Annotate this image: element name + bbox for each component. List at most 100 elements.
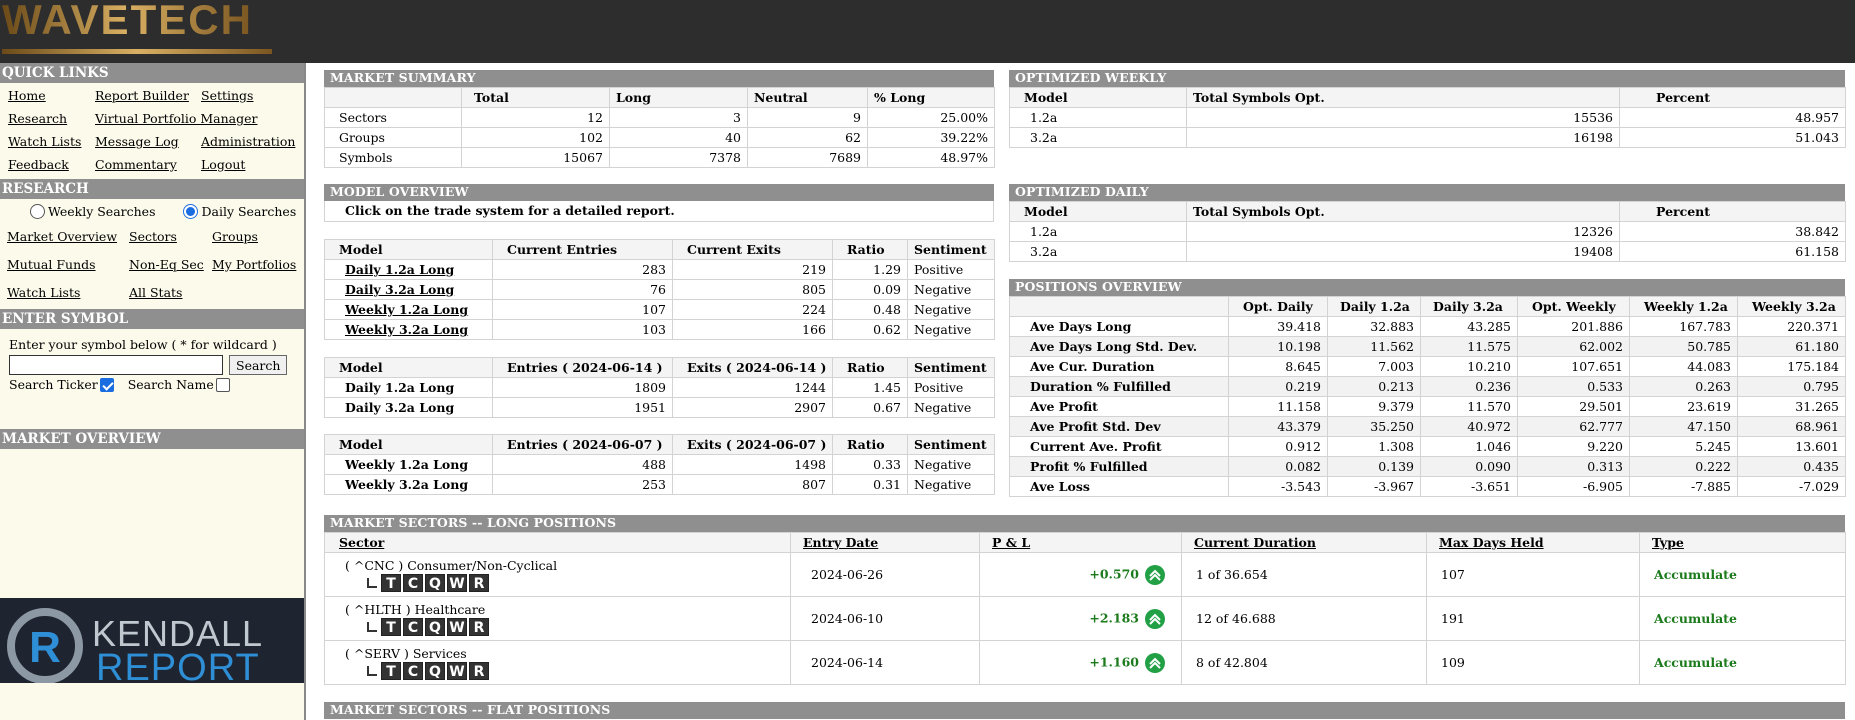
enter-symbol-form: Enter your symbol below ( * for wildcard… <box>0 329 304 398</box>
table-row: 3.2a 16198 51.043 <box>1009 127 1846 148</box>
search-ticker-option[interactable]: Search Ticker <box>9 377 114 392</box>
c-button[interactable]: C <box>403 661 423 680</box>
left-sidebar: QUICK LINKS Home Report Builder Settings… <box>0 63 306 720</box>
sector-name[interactable]: ( ^CNC ) Consumer/Non-Cyclical <box>345 558 784 574</box>
search-button[interactable]: Search <box>229 355 288 375</box>
sort-current-duration[interactable]: Current Duration <box>1194 535 1316 550</box>
link-research[interactable]: Research <box>8 109 95 129</box>
optimized-weekly-panel: OPTIMIZED WEEKLY Model Total Symbols Opt… <box>1009 70 1846 148</box>
model-link-daily-1-2a[interactable]: Daily 1.2a Long <box>345 262 454 277</box>
link-all-stats[interactable]: All Stats <box>129 283 212 303</box>
cell: 7689 <box>747 147 868 168</box>
cell: 175.184 <box>1737 356 1846 377</box>
sort-max-days-held[interactable]: Max Days Held <box>1439 535 1544 550</box>
link-settings[interactable]: Settings <box>201 86 301 106</box>
sectors-flat-heading: MARKET SECTORS -- FLAT POSITIONS <box>324 702 1845 719</box>
cell: 23.619 <box>1629 396 1738 417</box>
link-my-portfolios[interactable]: My Portfolios <box>212 255 302 275</box>
q-button[interactable]: Q <box>425 661 445 680</box>
col-header: Weekly 3.2a <box>1737 296 1846 317</box>
cell: 1.45 <box>832 377 908 398</box>
weekly-searches-radio[interactable]: Weekly Searches <box>30 204 155 219</box>
table-row: ( ^SERV ) Services TCQWR 2024-06-14 +1.1… <box>324 640 1846 685</box>
sort-sector[interactable]: Sector <box>339 535 384 550</box>
sector-name[interactable]: ( ^HLTH ) Healthcare <box>345 602 784 618</box>
link-administration[interactable]: Administration <box>201 132 301 152</box>
link-watch-lists[interactable]: Watch Lists <box>8 132 95 152</box>
model-link-weekly-3-2a[interactable]: Weekly 3.2a Long <box>345 322 468 337</box>
t-button[interactable]: T <box>381 617 401 636</box>
cell: 10.198 <box>1228 336 1328 357</box>
link-groups[interactable]: Groups <box>212 227 302 247</box>
cell: 68.961 <box>1737 416 1846 437</box>
col-header: Model <box>324 239 493 260</box>
radio-circle-selected[interactable] <box>183 204 199 219</box>
cell: 0.62 <box>832 319 908 340</box>
cell: 219 <box>672 259 833 280</box>
link-logout[interactable]: Logout <box>201 155 301 175</box>
cell: 0.533 <box>1517 376 1630 397</box>
link-market-overview[interactable]: Market Overview <box>7 227 129 247</box>
search-ticker-checkbox[interactable] <box>99 377 114 392</box>
entry-date: 2024-06-10 <box>790 596 980 641</box>
link-research-watch-lists[interactable]: Watch Lists <box>7 283 129 303</box>
link-message-log[interactable]: Message Log <box>95 132 201 152</box>
kendall-report-logo[interactable]: R KENDALL REPORT <box>0 598 304 683</box>
q-button[interactable]: Q <box>425 617 445 636</box>
col-header: Total Symbols Opt. <box>1186 201 1620 222</box>
sort-pl[interactable]: P & L <box>992 535 1030 550</box>
c-button[interactable]: C <box>403 617 423 636</box>
r-button[interactable]: R <box>469 573 489 592</box>
sort-type[interactable]: Type <box>1652 535 1684 550</box>
t-button[interactable]: T <box>381 661 401 680</box>
search-name-checkbox[interactable] <box>215 377 230 392</box>
model-link-weekly-1-2a[interactable]: Weekly 1.2a Long <box>345 302 468 317</box>
w-button[interactable]: W <box>447 617 467 636</box>
weekly-entries-table: Model Entries ( 2024-06-07 ) Exits ( 202… <box>324 434 995 495</box>
link-commentary[interactable]: Commentary <box>95 155 201 175</box>
cell: 8.645 <box>1228 356 1328 377</box>
link-virtual-portfolio-manager[interactable]: Virtual Portfolio Manager <box>95 109 301 129</box>
cell: 1.29 <box>832 259 908 280</box>
radio-circle[interactable] <box>30 204 45 219</box>
link-mutual-funds[interactable]: Mutual Funds <box>7 255 129 275</box>
symbol-input[interactable] <box>9 355 223 375</box>
col-header: Exits ( 2024-06-14 ) <box>672 357 833 378</box>
cell: 11.562 <box>1327 336 1421 357</box>
table-row: Ave Profit 11.158 9.379 11.570 29.501 23.619 3… <box>1009 396 1846 417</box>
t-button[interactable]: T <box>381 573 401 592</box>
link-report-builder[interactable]: Report Builder <box>95 86 201 106</box>
col-header: Model <box>324 357 493 378</box>
model-link-daily-3-2a[interactable]: Daily 3.2a Long <box>345 282 454 297</box>
sort-entry-date[interactable]: Entry Date <box>803 535 878 550</box>
sector-name[interactable]: ( ^SERV ) Services <box>345 646 784 662</box>
row-label: Weekly 1.2a Long <box>324 454 493 475</box>
r-button[interactable]: R <box>469 661 489 680</box>
link-sectors[interactable]: Sectors <box>129 227 212 247</box>
quick-links-grid: Home Report Builder Settings Research Vi… <box>0 83 304 179</box>
cell: 11.158 <box>1228 396 1328 417</box>
link-non-eq-sec[interactable]: Non-Eq Sec <box>129 255 212 275</box>
position-type: Accumulate <box>1639 596 1846 641</box>
w-button[interactable]: W <box>447 573 467 592</box>
c-button[interactable]: C <box>403 573 423 592</box>
link-feedback[interactable]: Feedback <box>8 155 95 175</box>
cell: 16198 <box>1186 127 1620 148</box>
row-label: Ave Loss <box>1009 476 1229 497</box>
table-row: Ave Days Long Std. Dev. 10.198 11.562 11.57… <box>1009 336 1846 357</box>
r-button[interactable]: R <box>469 617 489 636</box>
search-name-option[interactable]: Search Name <box>128 377 230 392</box>
wavetech-logo[interactable]: WAVETECH <box>2 0 272 56</box>
q-button[interactable]: Q <box>425 573 445 592</box>
cell: 1498 <box>672 454 833 475</box>
row-label: 3.2a <box>1009 241 1187 262</box>
col-header: Model <box>324 434 493 455</box>
cell: 5.245 <box>1629 436 1738 457</box>
cell: 13.601 <box>1737 436 1846 457</box>
entry-date: 2024-06-14 <box>790 640 980 685</box>
link-home[interactable]: Home <box>8 86 95 106</box>
search-ticker-label: Search Ticker <box>9 377 98 392</box>
col-header: Ratio <box>832 357 908 378</box>
daily-searches-radio[interactable]: Daily Searches <box>183 204 296 219</box>
w-button[interactable]: W <box>447 661 467 680</box>
